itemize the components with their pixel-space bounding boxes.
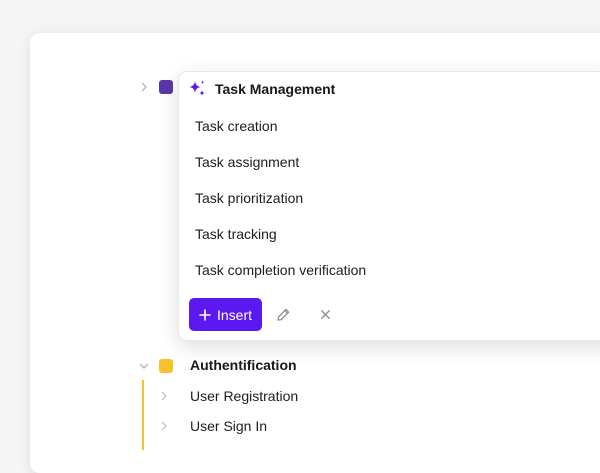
chevron-down-icon bbox=[139, 363, 149, 369]
popup-header: Task Management bbox=[187, 78, 335, 100]
chevron-right-icon bbox=[141, 82, 147, 92]
insert-button[interactable]: Insert bbox=[189, 298, 263, 331]
tree-item-user-sign-in[interactable]: User Sign In bbox=[190, 418, 267, 434]
edit-button[interactable] bbox=[268, 300, 298, 330]
suggestion-item[interactable]: Task prioritization bbox=[195, 187, 366, 223]
expand-chevron-user-registration[interactable] bbox=[157, 389, 171, 403]
suggestion-list: Task creation Task assignment Task prior… bbox=[195, 115, 366, 295]
ai-suggestion-popup: Task Management Task creation Task assig… bbox=[178, 71, 600, 341]
color-swatch-task-management[interactable] bbox=[159, 80, 173, 94]
sparkle-icon bbox=[187, 79, 207, 99]
expand-chevron-task-management[interactable] bbox=[137, 80, 151, 94]
suggestion-item[interactable]: Task assignment bbox=[195, 151, 366, 187]
tree-branch-line bbox=[142, 380, 144, 450]
popup-title: Task Management bbox=[215, 81, 336, 97]
plus-icon bbox=[199, 308, 211, 321]
pencil-icon bbox=[276, 308, 289, 321]
insert-button-label: Insert bbox=[217, 306, 253, 323]
collapse-chevron-authentification[interactable] bbox=[137, 359, 151, 373]
suggestion-item[interactable]: Task creation bbox=[195, 115, 366, 151]
popup-actions: Insert bbox=[189, 298, 340, 331]
color-swatch-authentification[interactable] bbox=[159, 359, 173, 373]
suggestion-item[interactable]: Task completion verification bbox=[195, 259, 366, 295]
expand-chevron-user-sign-in[interactable] bbox=[157, 419, 171, 433]
suggestion-item[interactable]: Task tracking bbox=[195, 223, 366, 259]
chevron-right-icon bbox=[161, 421, 167, 431]
tree-item-user-registration[interactable]: User Registration bbox=[190, 388, 298, 404]
tree-item-authentification[interactable]: Authentification bbox=[190, 357, 297, 373]
chevron-right-icon bbox=[161, 391, 167, 401]
close-button[interactable] bbox=[310, 300, 340, 330]
close-icon bbox=[320, 310, 330, 319]
